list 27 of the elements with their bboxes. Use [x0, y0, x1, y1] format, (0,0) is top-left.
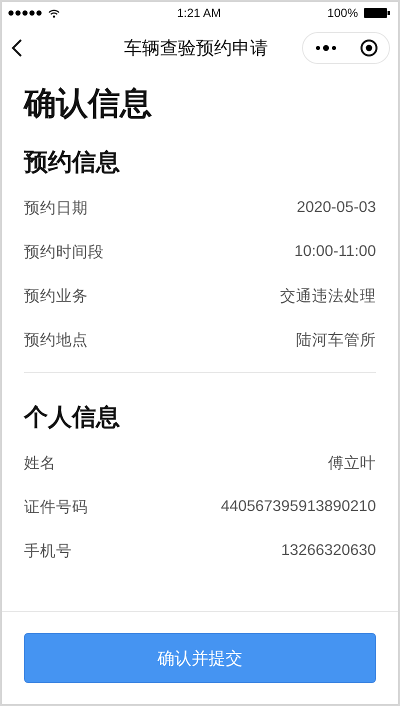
field-label: 证件号码	[24, 498, 88, 518]
submit-button[interactable]: 确认并提交	[24, 633, 376, 683]
field-label: 姓名	[24, 454, 56, 474]
wifi-icon	[48, 8, 60, 18]
status-time: 1:21 AM	[176, 6, 222, 20]
battery-percent: 100%	[327, 6, 358, 20]
section-heading: 个人信息	[24, 403, 121, 433]
field-value: 2020-05-03	[296, 199, 376, 217]
field-label: 预约日期	[24, 198, 88, 218]
page-title: 确认信息	[24, 84, 153, 123]
field-value: 陆河车管所	[296, 330, 376, 350]
section-heading: 预约信息	[24, 148, 121, 178]
field-value: 10:00-11:00	[294, 243, 376, 261]
field-label: 预约时间段	[24, 242, 104, 262]
more-icon[interactable]	[314, 45, 336, 51]
field-label: 手机号	[24, 542, 72, 562]
signal-icon	[8, 10, 44, 16]
field-value: 440567395913890210	[220, 498, 376, 516]
field-value: 交通违法处理	[280, 286, 376, 306]
nav-title: 车辆查验预约申请	[123, 37, 269, 60]
close-icon[interactable]	[360, 39, 378, 57]
field-value: 13266320630	[281, 542, 376, 560]
field-value: 傅立叶	[328, 454, 376, 474]
field-label: 预约地点	[24, 330, 88, 350]
field-label: 预约业务	[24, 286, 88, 306]
back-icon[interactable]	[10, 38, 24, 58]
battery-icon	[364, 8, 390, 18]
